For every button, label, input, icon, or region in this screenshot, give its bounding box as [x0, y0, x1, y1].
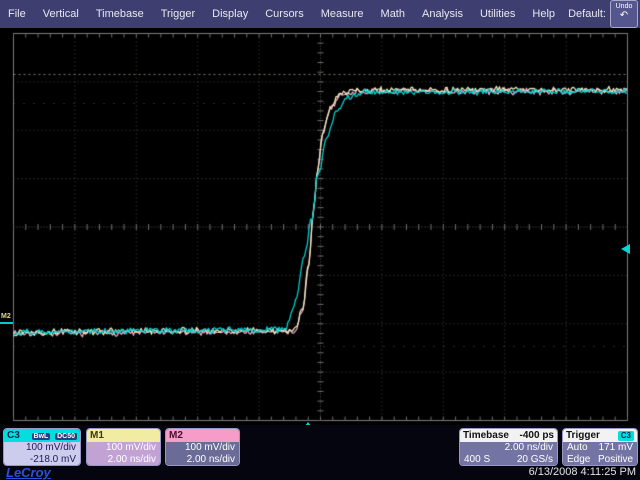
- m2-timebase: 2.00 ns/div: [170, 454, 235, 466]
- menu-items: File Vertical Timebase Trigger Display C…: [0, 8, 568, 20]
- trigger-level-marker[interactable]: [621, 244, 630, 254]
- m2-label: M2: [169, 429, 183, 442]
- menu-utilities[interactable]: Utilities: [480, 8, 515, 20]
- trigger-type: Edge: [567, 454, 590, 466]
- timebase-scale: 2.00 ns/div: [464, 442, 553, 454]
- memory-m2-box[interactable]: M2 100 mV/div 2.00 ns/div: [165, 428, 240, 466]
- graticule-and-traces: [0, 28, 640, 425]
- channel-c3-box[interactable]: C3 BwL DC50 100 mV/div -218.0 mV: [3, 428, 81, 466]
- memory-m1-box[interactable]: M1 100 mV/div 2.00 ns/div: [86, 428, 161, 466]
- trigger-title: Trigger: [566, 429, 600, 442]
- menu-bar: File Vertical Timebase Trigger Display C…: [0, 0, 640, 28]
- trigger-source-badge: C3: [618, 431, 634, 441]
- default-label: Default:: [568, 8, 606, 20]
- menu-math[interactable]: Math: [381, 8, 405, 20]
- c3-coupling-badge: DC50: [55, 433, 77, 440]
- c3-scale: 100 mV/div: [8, 442, 76, 454]
- status-bar: C3 BwL DC50 100 mV/div -218.0 mV M1 100 …: [0, 425, 640, 480]
- menu-measure[interactable]: Measure: [321, 8, 364, 20]
- menu-timebase[interactable]: Timebase: [96, 8, 144, 20]
- lecroy-logo: LeCroy: [6, 465, 51, 480]
- datetime-label: 6/13/2008 4:11:25 PM: [529, 466, 636, 478]
- undo-button-label: Undo: [616, 3, 633, 10]
- timebase-delay: -400 ps: [520, 429, 554, 442]
- trigger-box[interactable]: Trigger C3 Auto 171 mV Edge Positive: [562, 428, 638, 466]
- menu-file[interactable]: File: [8, 8, 26, 20]
- channel-baseline-indicator: [0, 322, 13, 324]
- undo-arrow-icon: ↶: [611, 11, 637, 20]
- c3-bandwidth-badge: BwL: [32, 433, 51, 440]
- m1-timebase: 2.00 ns/div: [91, 454, 156, 466]
- timebase-box[interactable]: Timebase -400 ps 2.00 ns/div 400 S 20 GS…: [459, 428, 558, 466]
- menu-help[interactable]: Help: [532, 8, 555, 20]
- m2-scale: 100 mV/div: [170, 442, 235, 454]
- waveform-display: M2: [0, 28, 640, 425]
- menu-display[interactable]: Display: [212, 8, 248, 20]
- trigger-mode: Auto: [567, 442, 588, 454]
- timebase-samples: 400 S: [464, 454, 490, 466]
- menu-cursors[interactable]: Cursors: [265, 8, 304, 20]
- m1-label: M1: [90, 429, 104, 442]
- c3-label: C3: [7, 429, 20, 442]
- m1-scale: 100 mV/div: [91, 442, 156, 454]
- timebase-title: Timebase: [463, 429, 509, 442]
- timebase-rate: 20 GS/s: [517, 454, 553, 466]
- memory-trace-indicator: M2: [1, 313, 11, 320]
- menu-trigger[interactable]: Trigger: [161, 8, 195, 20]
- menu-vertical[interactable]: Vertical: [43, 8, 79, 20]
- undo-button[interactable]: Undo ↶: [610, 0, 638, 28]
- menu-analysis[interactable]: Analysis: [422, 8, 463, 20]
- trigger-level: 171 mV: [599, 442, 633, 454]
- trigger-slope: Positive: [598, 454, 633, 466]
